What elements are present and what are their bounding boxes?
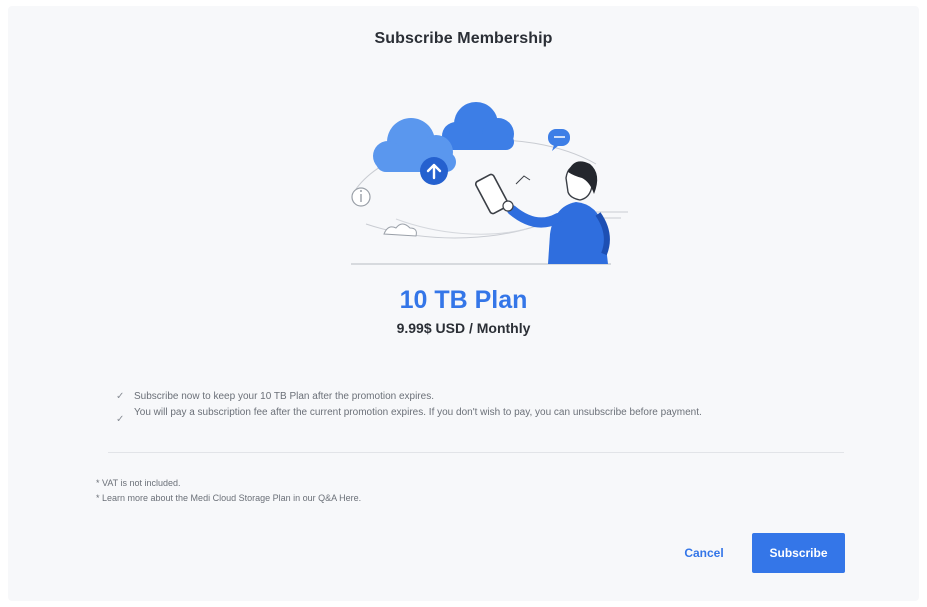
subscribe-membership-dialog: Subscribe Membership 10 TB Plan 9.99$ US… <box>8 6 919 601</box>
cancel-button[interactable]: Cancel <box>664 533 744 573</box>
divider <box>108 452 844 453</box>
vat-footnote: * VAT is not included. <box>96 478 181 488</box>
info-icon <box>351 187 371 207</box>
learn-more-link[interactable]: * Learn more about the Medi Cloud Storag… <box>96 491 796 506</box>
upload-arrow-icon <box>420 157 448 185</box>
plan-name: 10 TB Plan <box>399 286 528 314</box>
plan-note: ✓ You will pay a subscription fee after … <box>116 406 816 425</box>
plan-note-text: You will pay a subscription fee after th… <box>134 407 702 418</box>
plan-price: 9.99$ USD / Monthly <box>396 320 531 336</box>
subscribe-button[interactable]: Subscribe <box>752 533 845 573</box>
plan-note: ✓ Subscribe now to keep your 10 TB Plan … <box>116 390 816 404</box>
cloud-storage-illustration <box>351 102 628 265</box>
back-cloud <box>442 102 514 150</box>
plan-notes-list: ✓ Subscribe now to keep your 10 TB Plan … <box>116 390 816 425</box>
smartphone-icon <box>474 173 531 215</box>
check-icon: ✓ <box>116 391 125 402</box>
footnotes: * VAT is not included. * Learn more abou… <box>96 476 796 506</box>
plan-note-text: Subscribe now to keep your 10 TB Plan af… <box>134 391 434 402</box>
chat-bubble-icon <box>548 129 570 151</box>
check-icon: ✓ <box>116 414 125 425</box>
dialog-title: Subscribe Membership <box>374 30 553 47</box>
person-figure <box>502 161 610 264</box>
